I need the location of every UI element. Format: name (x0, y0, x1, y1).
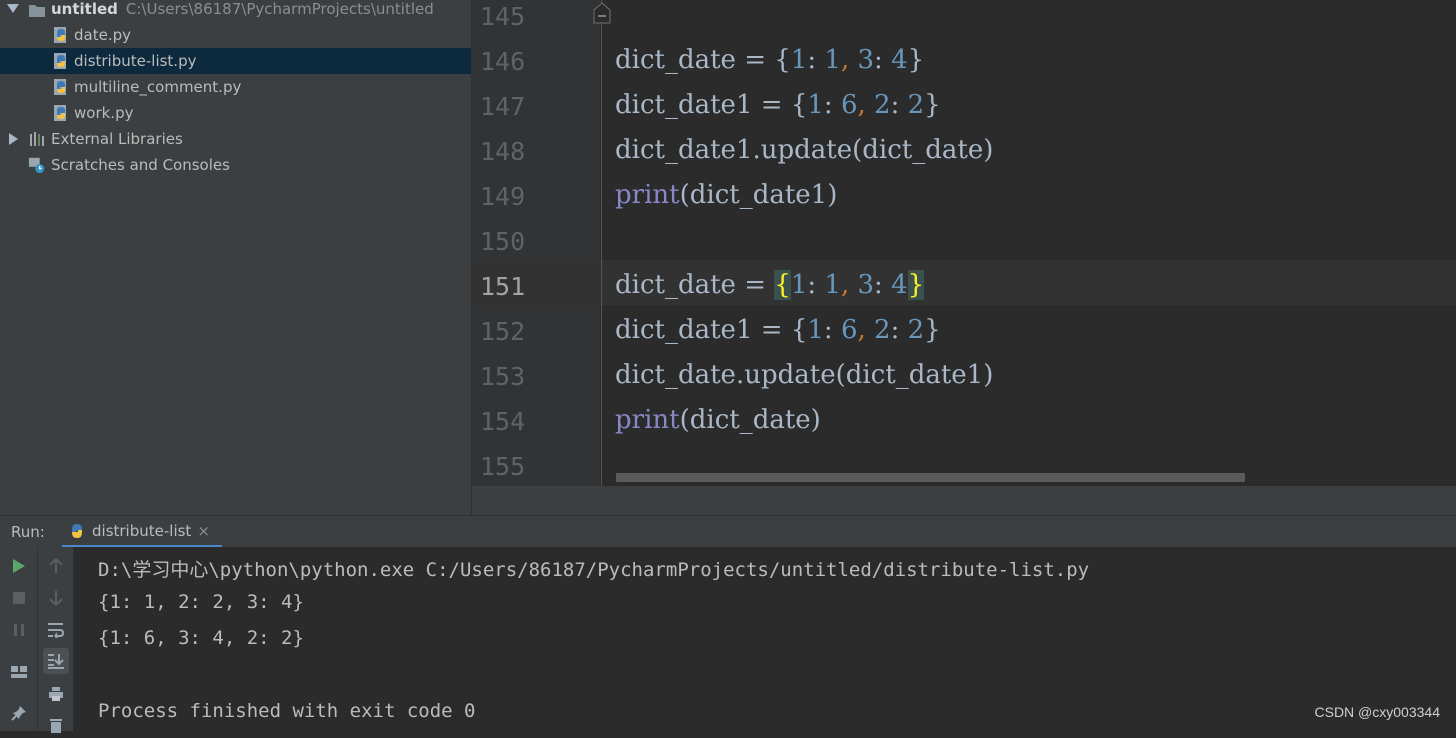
tree-external-libraries[interactable]: External Libraries (0, 126, 471, 152)
tree-scratches[interactable]: Scratches and Consoles (0, 152, 471, 178)
editor-bottom-strip (472, 486, 1456, 515)
line-number: 150 (480, 227, 526, 256)
project-tool-window: untitled C:\Users\86187\PycharmProjects\u… (0, 0, 472, 515)
line-number: 154 (480, 407, 526, 436)
layout-icon[interactable] (6, 659, 32, 685)
tree-file-distribute-list[interactable]: distribute-list.py (0, 48, 471, 74)
line-number: 152 (480, 317, 526, 346)
file-label: distribute-list.py (74, 52, 197, 70)
code-line-148: dict_date1.update(dict_date) (615, 135, 994, 165)
folder-icon (29, 5, 45, 17)
python-file-icon (54, 27, 66, 43)
run-title: Run: (11, 523, 45, 541)
run-toolbar-left (0, 547, 38, 731)
scratches-label: Scratches and Consoles (51, 156, 230, 174)
code-line-152: dict_date1 = {1: 6, 2: 2} (615, 315, 941, 345)
console-command-line: D:\学习中心\python\python.exe C:/Users/86187… (98, 559, 1090, 581)
up-icon[interactable] (43, 553, 69, 579)
print-icon[interactable] (43, 681, 69, 707)
code-editor[interactable]: 145 146 147 148 149 150 151 152 153 154 … (472, 0, 1456, 486)
pause-icon[interactable] (6, 617, 32, 643)
code-line-146: dict_date = {1: 1, 3: 4} (615, 45, 925, 75)
python-icon (72, 523, 82, 538)
console-output-line: {1: 6, 3: 4, 2: 2} (98, 627, 304, 649)
line-number: 149 (480, 182, 526, 211)
code-line-154: print(dict_date) (615, 405, 821, 435)
code-line-151: dict_date = {1: 1, 3: 4} (615, 270, 925, 300)
line-number: 155 (480, 452, 526, 481)
run-toolbar-right (38, 547, 74, 733)
close-icon[interactable]: × (197, 522, 210, 540)
code-line-149: print(dict_date1) (615, 180, 838, 210)
run-tab-label: distribute-list (92, 521, 192, 540)
project-root-name: untitled (51, 0, 118, 18)
stop-icon[interactable] (6, 585, 32, 611)
tree-file-multiline-comment[interactable]: multiline_comment.py (0, 74, 471, 100)
run-tool-window-header: Run: distribute-list × (0, 515, 1456, 548)
console-exit-line: Process finished with exit code 0 (98, 700, 476, 722)
matched-brace: { (774, 270, 791, 300)
line-number: 145 (480, 2, 526, 31)
python-file-icon (54, 53, 66, 69)
python-file-icon (54, 79, 66, 95)
code-line-147: dict_date1 = {1: 6, 2: 2} (615, 90, 941, 120)
run-console-output[interactable]: D:\学习中心\python\python.exe C:/Users/86187… (74, 547, 1456, 731)
file-label: multiline_comment.py (74, 78, 242, 96)
expand-arrow-icon[interactable] (9, 133, 18, 145)
line-number: 147 (480, 92, 526, 121)
project-root-path: C:\Users\86187\PycharmProjects\untitled (125, 0, 434, 18)
docstring-end: """ (622, 0, 658, 17)
fold-icon[interactable] (592, 2, 612, 24)
pin-icon[interactable] (6, 700, 32, 726)
line-number-current: 151 (480, 272, 526, 301)
python-file-icon (54, 105, 66, 121)
run-icon[interactable] (6, 553, 32, 579)
watermark: CSDN @cxy003344 (1314, 704, 1441, 720)
console-output-line: {1: 1, 2: 2, 3: 4} (98, 591, 304, 613)
line-number: 146 (480, 47, 526, 76)
line-number: 153 (480, 362, 526, 391)
horizontal-scrollbar[interactable] (616, 473, 1245, 482)
tree-file-date[interactable]: date.py (0, 22, 471, 48)
expand-arrow-icon[interactable] (7, 4, 19, 13)
scratches-icon (28, 157, 45, 174)
matched-brace: } (907, 270, 925, 300)
run-tab-distribute-list[interactable]: distribute-list × (62, 516, 222, 548)
library-icon (30, 132, 44, 146)
tree-root-untitled[interactable]: untitled C:\Users\86187\PycharmProjects\u… (0, 0, 471, 22)
tree-file-work[interactable]: work.py (0, 100, 471, 126)
external-libraries-label: External Libraries (51, 130, 183, 148)
soft-wrap-icon[interactable] (43, 617, 69, 643)
code-line-153: dict_date.update(dict_date1) (615, 360, 994, 390)
down-icon[interactable] (43, 585, 69, 611)
file-label: work.py (74, 104, 134, 122)
gutter-separator (601, 0, 602, 486)
line-number: 148 (480, 137, 526, 166)
file-label: date.py (74, 26, 131, 44)
scroll-to-end-icon[interactable] (43, 648, 69, 674)
trash-icon[interactable] (43, 712, 69, 738)
